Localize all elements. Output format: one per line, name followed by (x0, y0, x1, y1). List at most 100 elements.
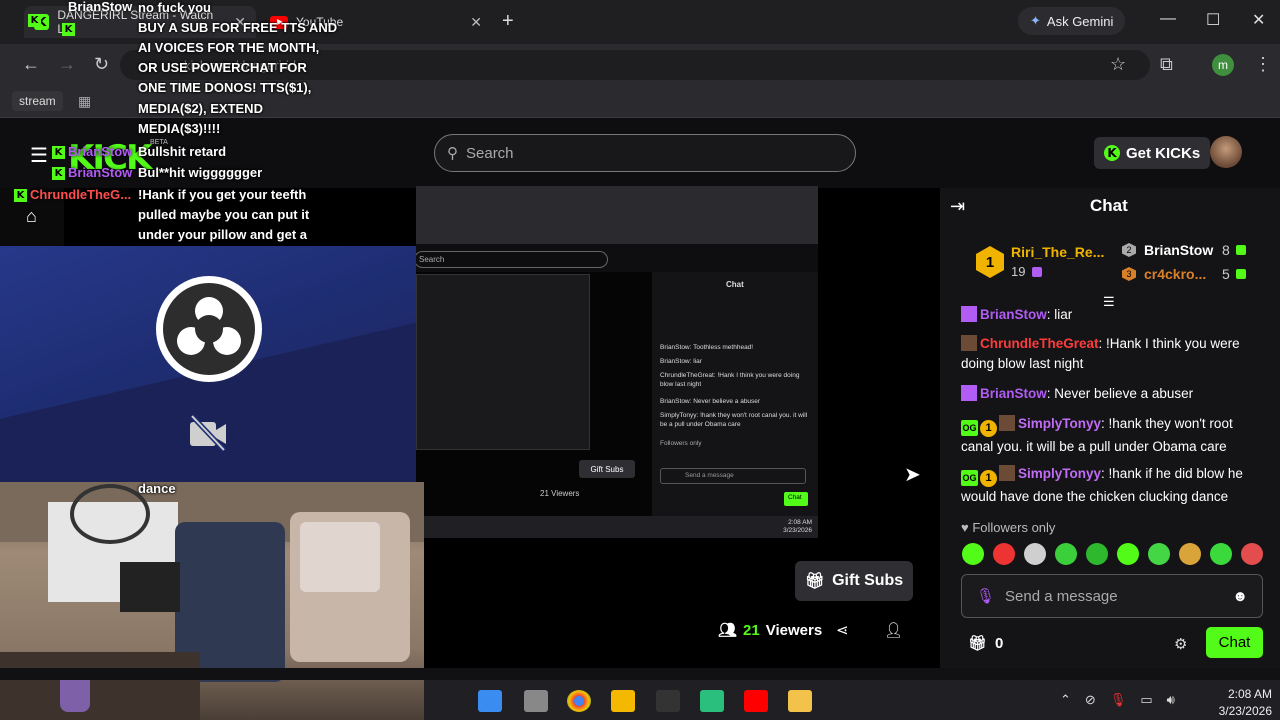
chat-message-input[interactable]: 🎙︎ Send a message ☻ (961, 574, 1263, 618)
system-tray: ⌃ ⊘ 🎙︎ ▭ 🔊︎ (1060, 692, 1175, 708)
bookmark-star-icon[interactable]: ☆ (1110, 54, 1126, 75)
back-arrow-icon[interactable]: ← (22, 54, 40, 75)
ask-gemini-button[interactable]: ✦ Ask Gemini (1018, 7, 1126, 35)
captured-chat-line: ChrundleTheGreat: !Hank I think you were… (660, 372, 800, 388)
captured-clock-date: 3/23/2026 (783, 527, 812, 534)
task-view-icon[interactable] (524, 690, 548, 712)
search-input[interactable]: ⚲ Search (434, 134, 856, 172)
maximize-icon[interactable]: ☐ (1206, 10, 1220, 30)
overlay-kick-icon: K (52, 167, 65, 180)
followers-only-label: Followers only (972, 520, 1056, 535)
gift-balance[interactable]: 🎁︎ 0 (968, 634, 1003, 653)
cast-icon[interactable]: ⧉ (1160, 54, 1173, 75)
rockstar-launcher-icon[interactable] (611, 690, 635, 712)
captured-send-placeholder: Send a message (685, 472, 734, 479)
viewer-number: 21 (743, 621, 760, 639)
leaderboard-count: 5 (1222, 266, 1230, 282)
chat-username[interactable]: BrianStow (980, 307, 1047, 322)
emote-icon[interactable] (1024, 543, 1046, 565)
viewer-count: 👥︎ 21 Viewers (718, 621, 822, 640)
minimize-icon[interactable]: — (1160, 10, 1176, 28)
new-tab-plus-icon[interactable]: + (502, 10, 514, 33)
overlay-username: ChrundleTheG... (30, 187, 132, 202)
emote-icon[interactable] (1086, 543, 1108, 565)
share-icon[interactable]: ⋖ (836, 621, 849, 639)
close-icon[interactable]: ✕ (470, 14, 482, 31)
captured-search: Search (414, 251, 608, 268)
heart-icon: ♥ (961, 520, 969, 535)
chat-username[interactable]: SimplyTonyy (1018, 416, 1101, 431)
profile-avatar[interactable]: m (1212, 54, 1234, 76)
captured-taskbar: 2:08 AM 3/23/2026 (416, 516, 818, 538)
chat-message: OG 1 SimplyTonyy: !hank they won't root ca… (961, 415, 1233, 454)
reload-icon[interactable]: ↻ (94, 54, 109, 75)
gift-icon: 🎁︎ (968, 635, 988, 652)
captured-chat-title: Chat (726, 280, 744, 289)
network-off-icon[interactable]: ⊘ (1085, 692, 1096, 708)
window-close-icon[interactable]: ✕ (1252, 10, 1265, 30)
clock-time: 2:08 AM (1227, 687, 1272, 701)
chat-username[interactable]: SimplyTonyy (1018, 466, 1101, 481)
user-badge-icon (961, 306, 977, 322)
emote-icon[interactable] (993, 543, 1015, 565)
epic-games-icon[interactable] (656, 690, 680, 712)
collapse-chat-icon[interactable]: ⇥ (950, 196, 965, 217)
leaderboard-name[interactable]: Riri_The_Re... (1011, 244, 1104, 260)
webcam-feed (0, 482, 424, 720)
og-badge-icon: OG (961, 470, 978, 486)
home-icon[interactable]: ⌂ (26, 206, 37, 227)
youtube-app-icon[interactable] (744, 690, 768, 712)
emote-icon[interactable] (1055, 543, 1077, 565)
emote-icon[interactable] (1148, 543, 1170, 565)
captured-browser-chrome (416, 186, 818, 244)
emote-icon[interactable] (1117, 543, 1139, 565)
chevron-up-icon[interactable]: ⌃ (1060, 692, 1071, 708)
captured-followers-only: Followers only (660, 440, 702, 447)
file-explorer-icon[interactable] (788, 690, 812, 712)
volume-icon[interactable]: 🔊︎ (1167, 692, 1175, 708)
user-badge-icon (961, 385, 977, 401)
overlay-kick-icon: K (14, 189, 27, 202)
chat-username[interactable]: ChrundleTheGreat (980, 336, 1099, 351)
windows-start-icon[interactable] (478, 690, 502, 712)
display-icon[interactable]: ▭ (1140, 692, 1152, 708)
gift-subs-button[interactable]: 🎁︎ Gift Subs (795, 561, 913, 601)
leaderboard-name[interactable]: cr4ckro... (1144, 266, 1206, 282)
captured-message-input: Send a message (660, 468, 806, 484)
emoji-icon[interactable]: ☻ (1232, 588, 1248, 605)
get-kicks-button[interactable]: K Get KICKs (1094, 137, 1211, 169)
kick-app-icon[interactable] (700, 690, 724, 712)
leaderboard-count: 8 (1222, 242, 1230, 258)
hamburger-menu-icon[interactable]: ☰ (30, 143, 48, 168)
captured-nested-screen (416, 274, 590, 450)
chat-message: BrianStow: Never believe a abuser (961, 384, 1261, 404)
webcam-tv-stand (120, 562, 180, 612)
leaderboard-name[interactable]: BrianStow (1144, 242, 1213, 258)
overlay-username: BrianStow (68, 0, 133, 14)
followers-only-notice: ♥ Followers only (961, 520, 1055, 535)
forward-arrow-icon[interactable]: → (58, 54, 76, 75)
stream-info-bar (424, 538, 940, 668)
menu-kebab-icon[interactable]: ⋮ (1254, 54, 1272, 75)
obs-logo-icon (156, 276, 262, 382)
captured-chat-line: SimplyTonyy: !hank they won't root canal… (660, 412, 808, 428)
microphone-icon[interactable]: 🎙︎ (976, 587, 995, 605)
overlay-kick-icon: K (52, 146, 65, 159)
emote-icon[interactable] (1179, 543, 1201, 565)
user-avatar[interactable] (1210, 136, 1242, 168)
settings-gear-icon[interactable]: ⚙ (1174, 635, 1187, 653)
emote-icon[interactable] (1241, 543, 1263, 565)
microphone-tray-icon[interactable]: 🎙︎ (1110, 692, 1127, 708)
chat-username[interactable]: BrianStow (980, 386, 1047, 401)
bookmark-stream[interactable]: stream (12, 91, 63, 111)
emote-icon[interactable] (962, 543, 984, 565)
follow-user-icon[interactable]: 👤︎ (884, 621, 903, 639)
overlay-username: BrianStow (68, 144, 133, 159)
gift-icon (1236, 269, 1246, 279)
taskbar-clock[interactable]: 2:08 AM 3/23/2026 (1212, 686, 1272, 720)
overlay-kick-icon: K (62, 23, 75, 36)
emote-icon[interactable] (1210, 543, 1232, 565)
apps-grid-icon[interactable]: ▦ (78, 93, 91, 110)
chat-send-button[interactable]: Chat (1206, 627, 1263, 658)
chrome-icon[interactable] (567, 690, 591, 712)
